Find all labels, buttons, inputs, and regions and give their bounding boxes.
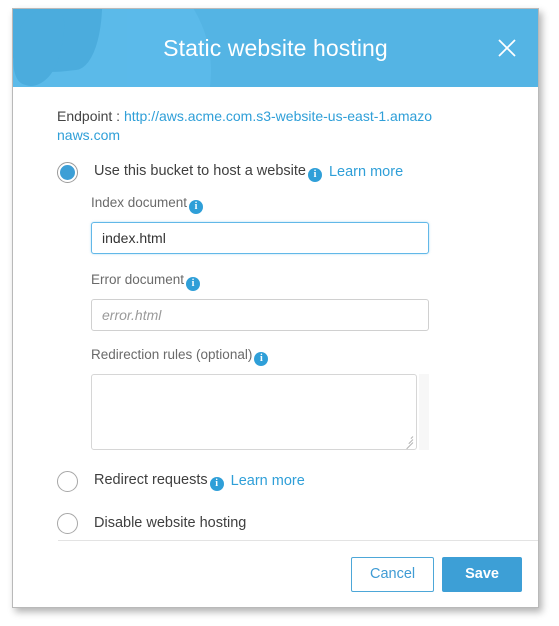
info-icon[interactable]: i [189, 200, 204, 214]
static-website-hosting-dialog: Static website hosting Endpoint : http:/… [12, 8, 539, 608]
secondary-options: Redirect requests i Learn more Disable we… [45, 468, 514, 536]
endpoint-line: Endpoint : http://aws.acme.com.s3-websit… [57, 107, 437, 145]
radio-row-disable-hosting[interactable]: Disable website hosting [57, 510, 514, 536]
learn-more-link-use-bucket[interactable]: Learn more [329, 164, 403, 180]
label-index-document: Index document i [91, 195, 514, 214]
info-icon[interactable]: i [209, 476, 224, 491]
radio-disable-website-hosting[interactable] [57, 512, 78, 534]
radio-label-text: Redirect requests [94, 471, 208, 488]
cancel-button[interactable]: Cancel [350, 556, 435, 592]
field-error-document: Error document i [91, 272, 514, 331]
field-index-document: Index document i [91, 195, 514, 254]
info-icon[interactable]: i [186, 277, 201, 291]
endpoint-label: Endpoint : [57, 108, 121, 124]
radio-use-this-bucket[interactable] [57, 161, 78, 183]
radio-dot [60, 164, 75, 180]
label-error-document: Error document i [91, 272, 514, 291]
dialog-title: Static website hosting [163, 35, 388, 61]
radio-label-use-this-bucket: Use this bucket to host a website i [94, 163, 322, 182]
hosting-fields: Index documenti Error documenti Redirect… [91, 195, 514, 450]
label-redirection-rules-text: Redirection rules (optional) [91, 347, 253, 362]
error-document-input[interactable] [91, 299, 429, 331]
dialog-header: Static website hosting [13, 9, 538, 87]
learn-more-link-redirect-requests[interactable]: Learn more [231, 473, 305, 489]
footer-divider [58, 540, 538, 541]
radio-label-redirect-requests: Redirect requests i [94, 472, 224, 491]
radio-label-text: Use this bucket to host a website [94, 162, 306, 179]
index-document-input[interactable] [91, 222, 429, 254]
radio-row-use-bucket[interactable]: Use this bucket to host a website i Learn… [57, 159, 514, 185]
radio-row-redirect-requests[interactable]: Redirect requests i Learn more [57, 468, 514, 494]
radio-label-disable-website-hosting: Disable website hosting [94, 515, 247, 531]
redirection-rules-textarea[interactable] [91, 374, 417, 450]
info-icon[interactable]: i [254, 352, 269, 366]
info-icon[interactable]: i [307, 167, 322, 182]
label-error-document-text: Error document [91, 272, 185, 287]
radio-redirect-requests[interactable] [57, 470, 78, 492]
dialog-footer: Cancel Save [13, 541, 538, 607]
close-button[interactable] [490, 31, 524, 65]
dialog-body: Endpoint : http://aws.acme.com.s3-websit… [13, 87, 538, 541]
label-index-document-text: Index document [91, 195, 188, 210]
close-icon [498, 39, 516, 57]
textarea-side-strip [419, 374, 429, 450]
radio-dot [60, 474, 75, 489]
redirection-rules-wrapper [91, 374, 429, 450]
field-redirection-rules: Redirection rules (optional) i [91, 347, 514, 450]
save-button[interactable]: Save [442, 556, 522, 592]
screen: Static website hosting Endpoint : http:/… [0, 0, 559, 626]
radio-dot [60, 516, 75, 531]
label-redirection-rules: Redirection rules (optional) i [91, 347, 514, 366]
